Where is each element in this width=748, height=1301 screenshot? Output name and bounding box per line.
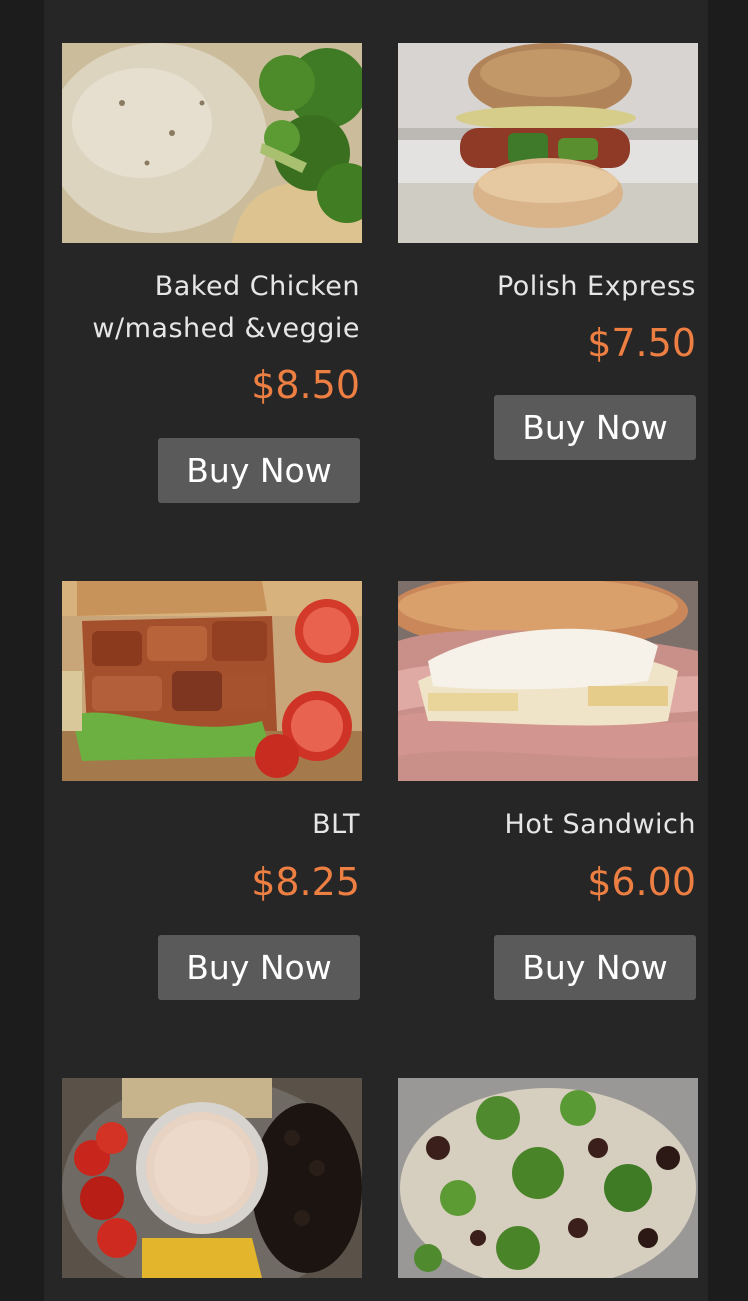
product-price: $6.00: [587, 860, 696, 904]
product-name: BLT: [312, 809, 360, 840]
product-card: [62, 1078, 362, 1301]
salad-bowl-photo: [62, 1078, 362, 1278]
buy-now-button[interactable]: Buy Now: [158, 935, 360, 1000]
product-card: [398, 1078, 698, 1301]
product-image[interactable]: [398, 1078, 698, 1278]
product-image[interactable]: [62, 43, 362, 243]
buy-now-button[interactable]: Buy Now: [494, 395, 696, 460]
blt-sandwich-photo: [62, 581, 362, 781]
page: Baked Chicken w/mashed &veggie $8.50 Buy…: [0, 0, 748, 1301]
hot-ham-sandwich-photo: [398, 581, 698, 781]
buy-now-button[interactable]: Buy Now: [494, 935, 696, 1000]
baked-chicken-photo: [62, 43, 362, 243]
product-grid: Baked Chicken w/mashed &veggie $8.50 Buy…: [44, 0, 708, 1301]
product-card: Hot Sandwich $6.00 Buy Now: [398, 581, 698, 1001]
buy-now-button[interactable]: Buy Now: [158, 438, 360, 503]
product-price: $7.50: [587, 321, 696, 365]
pasta-salad-photo: [398, 1078, 698, 1278]
product-card: Polish Express $7.50 Buy Now: [398, 43, 698, 463]
product-name: Baked Chicken w/mashed &veggie: [92, 271, 360, 344]
product-name: Hot Sandwich: [504, 809, 696, 840]
product-price: $8.25: [251, 860, 360, 904]
product-image[interactable]: [62, 1078, 362, 1278]
product-image[interactable]: [62, 581, 362, 781]
product-price: $8.50: [251, 363, 360, 407]
product-card: BLT $8.25 Buy Now: [62, 581, 362, 1001]
product-name: Polish Express: [496, 271, 696, 302]
product-image[interactable]: [398, 581, 698, 781]
polish-sausage-sandwich-photo: [398, 43, 698, 243]
product-image[interactable]: [398, 43, 698, 243]
product-card: Baked Chicken w/mashed &veggie $8.50 Buy…: [62, 43, 362, 508]
